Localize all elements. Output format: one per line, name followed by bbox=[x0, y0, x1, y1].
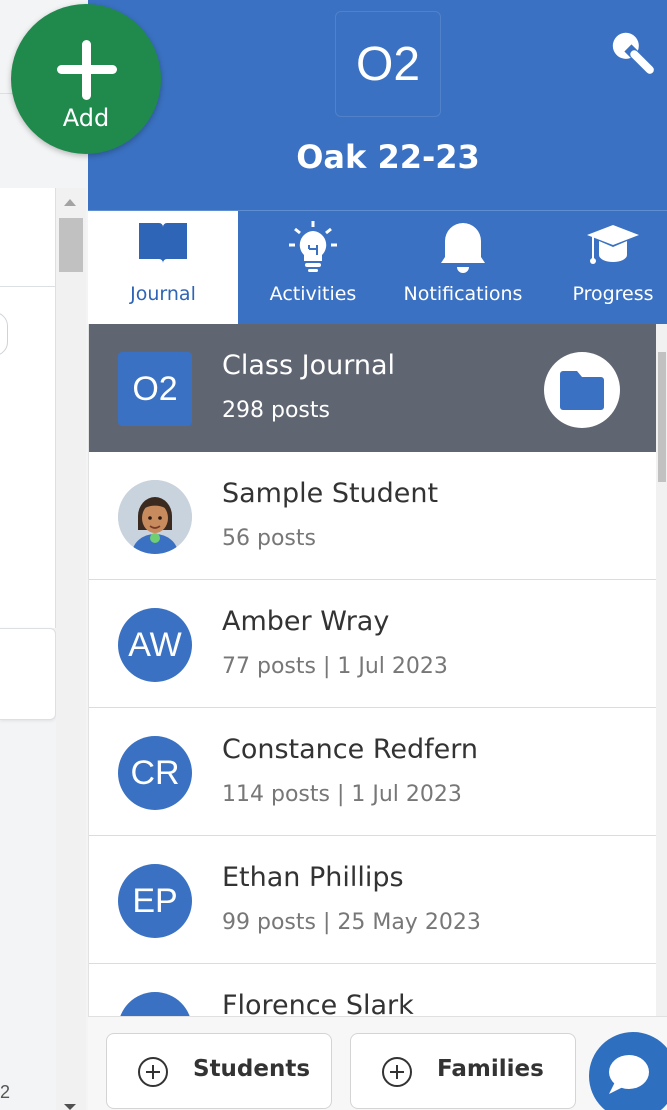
list-item-student[interactable]: Sample Student 56 posts bbox=[89, 452, 656, 580]
tab-bar: Journal Activities Notifications Progres… bbox=[88, 210, 667, 325]
lightbulb-icon bbox=[238, 219, 388, 275]
list-scroll-thumb[interactable] bbox=[658, 352, 666, 482]
scroll-up-arrow-icon[interactable] bbox=[64, 199, 76, 206]
tab-progress[interactable]: Progress bbox=[538, 211, 667, 325]
list-item-student[interactable]: FS Florence Slark bbox=[89, 964, 656, 1016]
list-item-subtitle: 298 posts bbox=[222, 398, 330, 423]
plus-icon-vertical bbox=[82, 40, 91, 100]
footer-bar: Students Families bbox=[88, 1016, 667, 1110]
graduation-cap-icon bbox=[538, 219, 667, 275]
class-tile[interactable]: O2 bbox=[335, 11, 441, 117]
student-avatar: EP bbox=[118, 864, 192, 938]
list-item-name: Ethan Phillips bbox=[222, 862, 404, 893]
background-page-number: 2 bbox=[0, 1082, 11, 1102]
bell-icon bbox=[388, 219, 538, 275]
background-card-divider bbox=[0, 286, 56, 287]
background-card bbox=[0, 188, 56, 628]
list-item-student[interactable]: CR Constance Redfern 114 posts | 1 Jul 2… bbox=[89, 708, 656, 836]
student-avatar: CR bbox=[118, 736, 192, 810]
chat-bubble-icon bbox=[609, 1055, 649, 1094]
tab-notifications[interactable]: Notifications bbox=[388, 211, 538, 325]
tab-activities[interactable]: Activities bbox=[238, 211, 388, 325]
list-item-name: Class Journal bbox=[222, 350, 395, 381]
book-icon bbox=[88, 219, 238, 275]
class-name: Oak 22-23 bbox=[296, 138, 480, 176]
list-item-subtitle: 56 posts bbox=[222, 526, 316, 551]
add-students-button[interactable]: Students bbox=[106, 1033, 332, 1109]
add-button-label: Add bbox=[62, 104, 110, 132]
tab-activities-label: Activities bbox=[269, 283, 357, 305]
journal-panel: O2 Oak 22-23 Journal Activities Notifica… bbox=[88, 0, 667, 1110]
folder-icon bbox=[560, 371, 604, 410]
tab-notifications-label: Notifications bbox=[403, 283, 523, 305]
folder-button[interactable] bbox=[544, 352, 620, 428]
class-avatar: O2 bbox=[118, 352, 192, 426]
app-root: 2 O2 Oak 22-23 Journal Activities Notifi… bbox=[0, 0, 667, 1110]
background-scrollbar[interactable] bbox=[56, 188, 86, 1110]
tab-journal-label: Journal bbox=[130, 283, 196, 305]
student-avatar-icon bbox=[118, 480, 192, 554]
tab-progress-label: Progress bbox=[572, 283, 654, 305]
wrench-icon[interactable] bbox=[608, 28, 662, 82]
list-item-subtitle: 77 posts | 1 Jul 2023 bbox=[222, 654, 448, 679]
add-button[interactable]: Add bbox=[11, 4, 161, 154]
student-avatar: AW bbox=[118, 608, 192, 682]
student-avatar: FS bbox=[118, 992, 192, 1016]
scroll-down-arrow-icon[interactable] bbox=[64, 1104, 76, 1110]
background-scroll-thumb[interactable] bbox=[59, 218, 83, 272]
add-families-label: Families bbox=[437, 1056, 544, 1082]
list-item-subtitle: 114 posts | 1 Jul 2023 bbox=[222, 782, 462, 807]
background-card-2 bbox=[0, 628, 56, 720]
chat-button[interactable] bbox=[589, 1032, 667, 1110]
list-item-name: Sample Student bbox=[222, 478, 439, 509]
list-item-name: Constance Redfern bbox=[222, 734, 478, 765]
list-item-class-journal[interactable]: O2 Class Journal 298 posts bbox=[89, 324, 656, 452]
list-item-subtitle: 99 posts | 25 May 2023 bbox=[222, 910, 481, 935]
plus-circle-icon bbox=[138, 1057, 168, 1087]
tab-journal[interactable]: Journal bbox=[88, 211, 238, 325]
journal-list: O2 Class Journal 298 posts Sample Studen… bbox=[88, 324, 656, 1016]
class-header: O2 Oak 22-23 bbox=[88, 0, 667, 210]
list-item-student[interactable]: AW Amber Wray 77 posts | 1 Jul 2023 bbox=[89, 580, 656, 708]
add-families-button[interactable]: Families bbox=[350, 1033, 576, 1109]
student-photo-avatar bbox=[118, 480, 192, 554]
list-item-name: Florence Slark bbox=[222, 990, 414, 1016]
list-item-student[interactable]: EP Ethan Phillips 99 posts | 25 May 2023 bbox=[89, 836, 656, 964]
add-students-label: Students bbox=[193, 1056, 311, 1082]
list-item-name: Amber Wray bbox=[222, 606, 390, 637]
plus-circle-icon bbox=[382, 1057, 412, 1087]
